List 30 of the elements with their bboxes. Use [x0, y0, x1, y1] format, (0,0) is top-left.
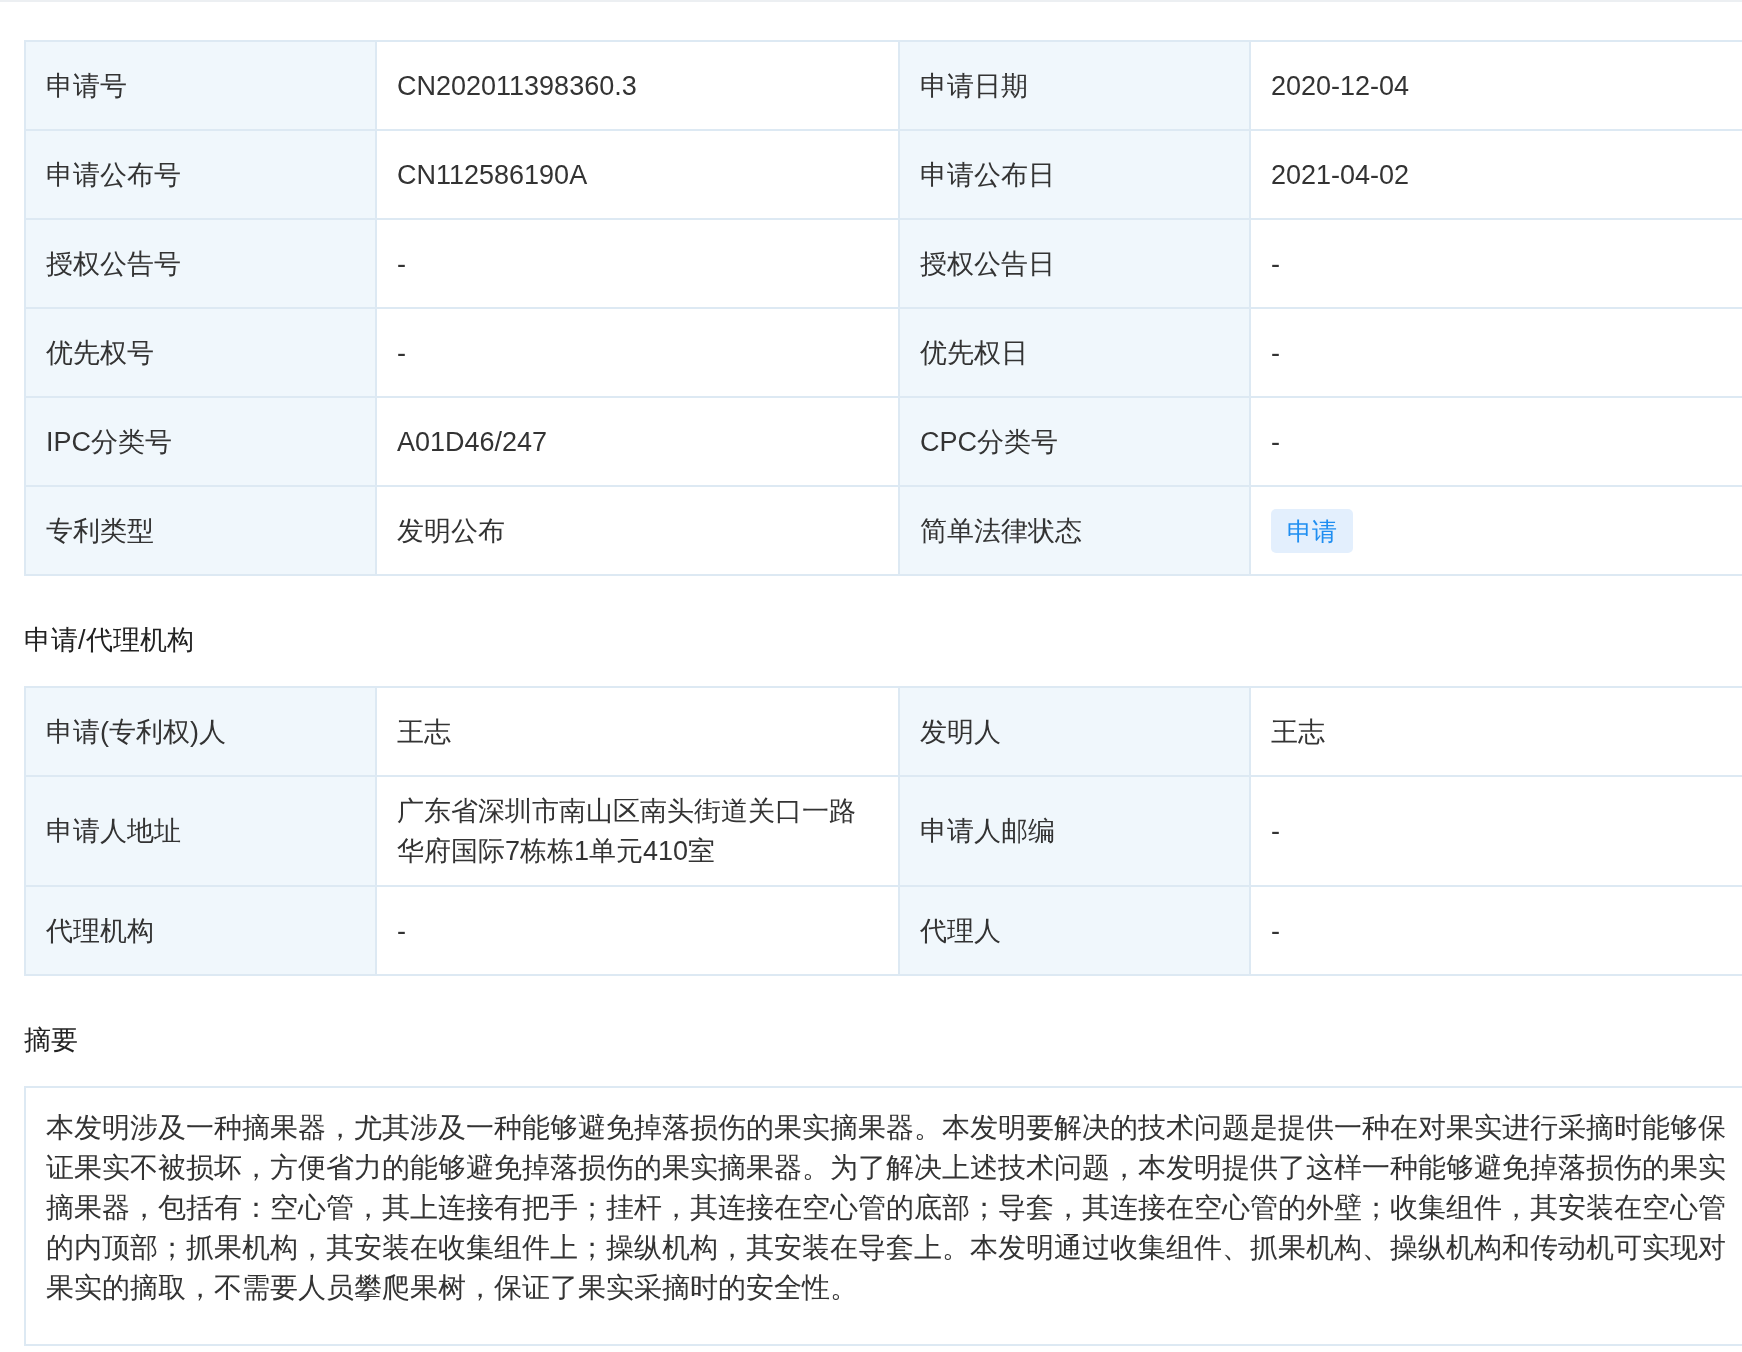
field-value: 王志	[1251, 688, 1742, 777]
field-value: 2020-12-04	[1251, 42, 1742, 131]
field-label: 申请(专利权)人	[26, 688, 377, 777]
field-label: 代理人	[900, 887, 1251, 976]
field-value: -	[1251, 777, 1742, 887]
field-label: 申请公布日	[900, 131, 1251, 220]
field-label: 优先权日	[900, 309, 1251, 398]
status-tag: 申请	[1271, 508, 1353, 553]
section-title: 摘要	[24, 1024, 79, 1057]
field-label: 申请人地址	[26, 777, 377, 887]
abstract-text: 本发明涉及一种摘果器，尤其涉及一种能够避免掉落损伤的果实摘果器。本发明要解决的技术问题是提供一种在对果实进行采摘时能够保证果实不被损坏，方便省力的能够避免掉落损伤的果实摘果器。为了解决上述技术问题，本发明提供了这样一种能够避免掉落损伤的果实摘果器，包括有：空心管，其上连接有把手；挂杆，其连接在空心管的底部；导套，其连接在空心管的外壁；收集组件，其安装在空心管的内顶部；抓果机构，其安装在收集组件上；操纵机构，其安装在导套上。本发明通过收集组件、抓果机构、操纵机构和传动机可实现对果实的摘取，不需要人员攀爬果树，保证了果实采摘时的安全性。	[24, 1086, 1742, 1346]
field-label: 申请号	[26, 42, 377, 131]
field-label: 简单法律状态	[900, 487, 1251, 576]
field-label: 发明人	[900, 688, 1251, 777]
field-label: 代理机构	[26, 887, 377, 976]
field-label: 申请日期	[900, 42, 1251, 131]
field-value: -	[1251, 398, 1742, 487]
field-label: 申请公布号	[26, 131, 377, 220]
field-label: 授权公告号	[26, 220, 377, 309]
field-value: -	[1251, 887, 1742, 976]
field-label: 专利类型	[26, 487, 377, 576]
field-value: -	[1251, 220, 1742, 309]
field-value: -	[1251, 309, 1742, 398]
field-value: 2021-04-02	[1251, 131, 1742, 220]
field-label: CPC分类号	[900, 398, 1251, 487]
field-label: 授权公告日	[900, 220, 1251, 309]
field-label: IPC分类号	[26, 398, 377, 487]
field-label: 优先权号	[26, 309, 377, 398]
section-title: 申请/代理机构	[24, 624, 195, 657]
field-label: 申请人邮编	[900, 777, 1251, 887]
